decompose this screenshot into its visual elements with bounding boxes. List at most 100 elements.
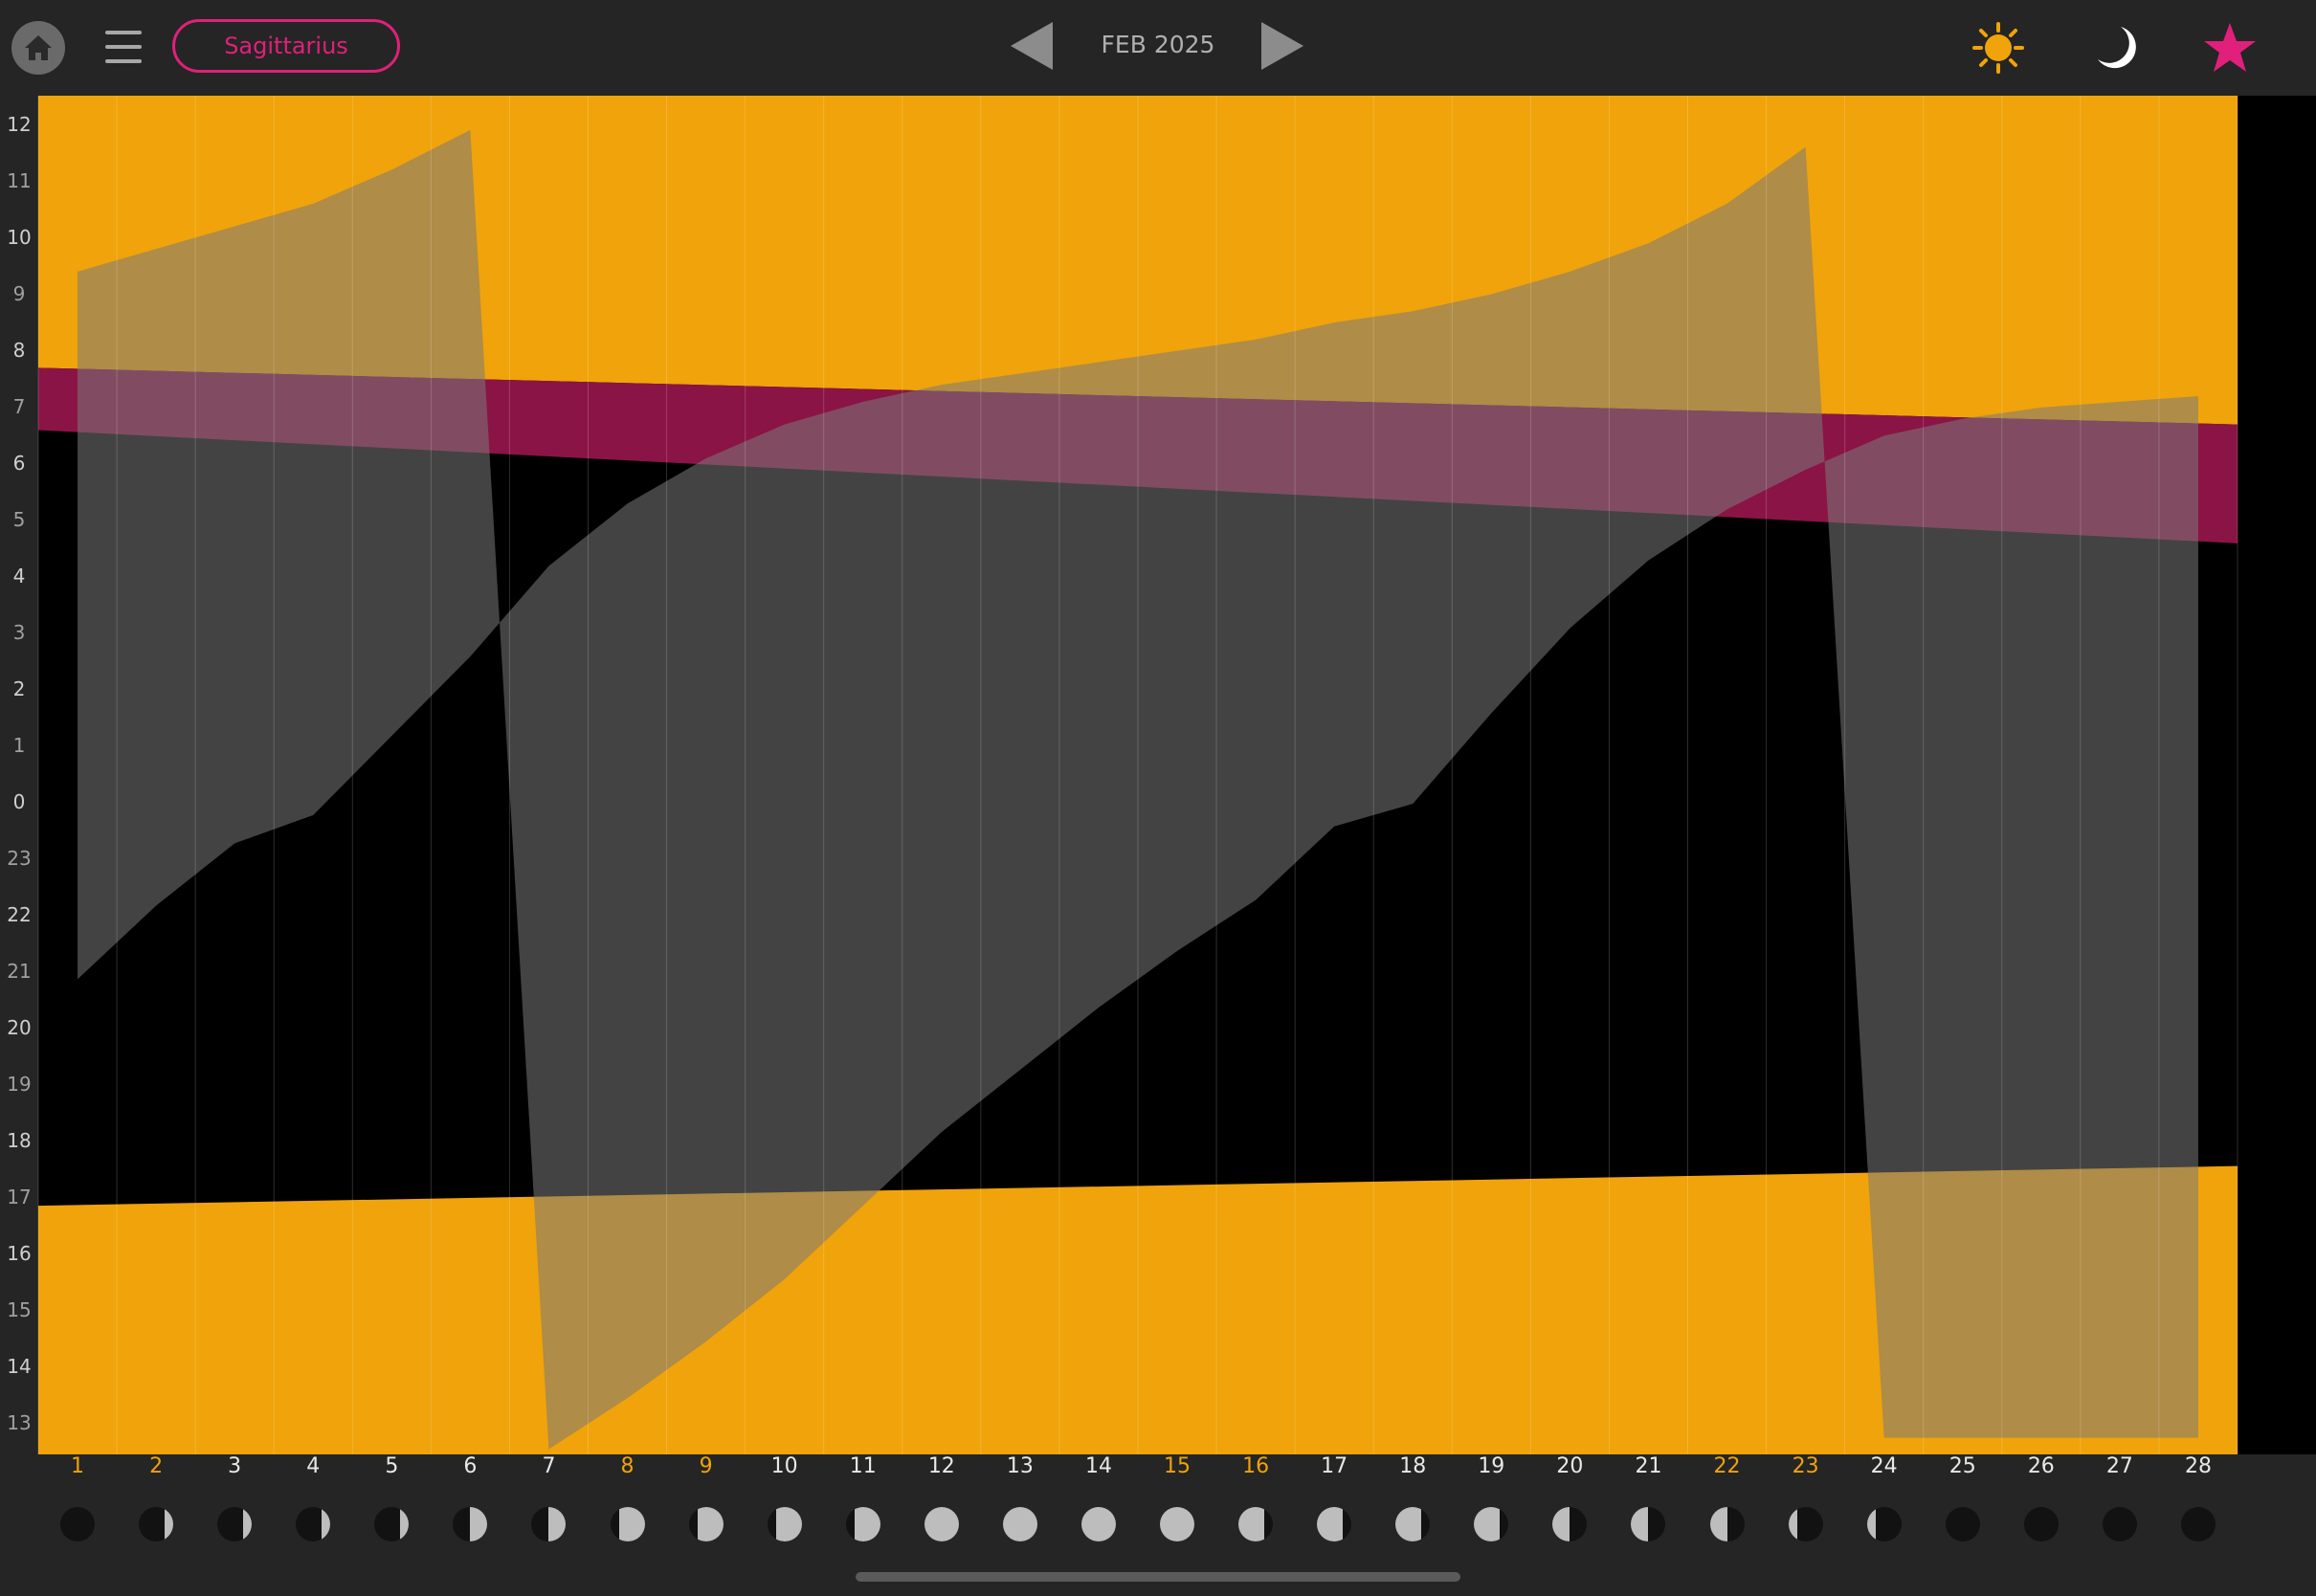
moon-phase-icon	[2101, 1505, 2139, 1543]
moon-phase-icon	[1472, 1505, 1510, 1543]
day-label: 25	[1949, 1454, 1976, 1478]
menu-icon	[105, 31, 142, 34]
moon-phase-icon	[1158, 1505, 1196, 1543]
hour-tick-label: 12	[7, 113, 32, 136]
moon-phase-icon	[1001, 1505, 1039, 1543]
day-label: 28	[2184, 1454, 2212, 1478]
moon-phase-icon	[687, 1505, 725, 1543]
moon-phase-icon	[2179, 1505, 2217, 1543]
menu-button[interactable]	[105, 31, 142, 65]
hour-tick-label: 16	[7, 1242, 32, 1265]
moon-phase-icon	[1236, 1505, 1275, 1543]
hour-tick-label: 7	[12, 395, 26, 418]
moon-toggle[interactable]	[2088, 21, 2142, 75]
hour-tick-label: 11	[7, 169, 32, 192]
hour-tick-label: 17	[7, 1186, 32, 1208]
day-label: 22	[1713, 1454, 1741, 1478]
day-label: 21	[1635, 1454, 1662, 1478]
sun-toggle[interactable]	[1971, 21, 2025, 75]
hour-tick-label: 1	[12, 734, 26, 757]
moon-phase-icon	[1708, 1505, 1747, 1543]
day-label: 11	[849, 1454, 877, 1478]
day-label: 10	[770, 1454, 798, 1478]
moon-phase-icon	[1550, 1505, 1589, 1543]
plot-margin	[2238, 96, 2316, 1454]
hour-tick-label: 14	[7, 1355, 32, 1378]
day-label: 7	[542, 1454, 556, 1478]
day-label: 16	[1242, 1454, 1270, 1478]
hour-tick-label: 5	[12, 508, 26, 531]
next-arrow-icon	[1261, 22, 1303, 70]
day-label: 18	[1399, 1454, 1427, 1478]
hour-tick-label: 10	[7, 226, 32, 249]
moon-phase-icon	[844, 1505, 882, 1543]
moon-phase-icon	[451, 1505, 489, 1543]
hour-tick-label: 19	[7, 1073, 32, 1096]
target-selector[interactable]: Sagittarius	[172, 19, 400, 73]
day-label: 3	[228, 1454, 242, 1478]
moon-phase-icon	[294, 1505, 332, 1543]
hour-tick-label: 3	[12, 621, 26, 644]
day-label: 24	[1870, 1454, 1898, 1478]
month-label: FEB 2025	[1101, 31, 1215, 58]
hour-tick-label: 0	[12, 790, 26, 813]
day-label: 4	[306, 1454, 321, 1478]
day-label: 23	[1792, 1454, 1819, 1478]
hour-tick-label: 21	[7, 960, 32, 983]
chart-canvas	[37, 96, 2316, 1454]
next-month-button[interactable]	[1259, 19, 1307, 73]
moon-phase-icon	[1629, 1505, 1667, 1543]
moon-phase-icon	[215, 1505, 254, 1543]
day-label: 9	[699, 1454, 713, 1478]
hour-tick-label: 15	[7, 1298, 32, 1321]
moon-phase-icon	[529, 1505, 568, 1543]
day-label: 20	[1556, 1454, 1584, 1478]
day-label: 17	[1321, 1454, 1348, 1478]
hour-tick-label: 18	[7, 1129, 32, 1152]
moon-phase-icon	[1865, 1505, 1904, 1543]
day-label: 1	[71, 1454, 85, 1478]
day-label: 14	[1084, 1454, 1112, 1478]
home-indicator[interactable]	[856, 1572, 1460, 1582]
home-icon	[25, 35, 52, 60]
day-label: 26	[2027, 1454, 2055, 1478]
day-label: 12	[927, 1454, 955, 1478]
hour-tick-label: 20	[7, 1016, 32, 1039]
moon-phase-icon	[609, 1505, 647, 1543]
hour-tick-label: 13	[7, 1411, 32, 1434]
day-label: 15	[1164, 1454, 1191, 1478]
sun-icon	[1972, 22, 2024, 74]
moon-phase-icon	[58, 1505, 97, 1543]
day-label: 27	[2105, 1454, 2133, 1478]
day-label: 5	[385, 1454, 399, 1478]
day-label: 8	[620, 1454, 635, 1478]
hour-tick-label: 6	[12, 452, 26, 475]
moon-phase-icon	[766, 1505, 804, 1543]
moon-phase-icon	[1080, 1505, 1118, 1543]
hour-tick-label: 22	[7, 903, 32, 926]
hour-tick-label: 23	[7, 847, 32, 870]
visibility-chart	[0, 96, 2316, 1454]
prev-month-button[interactable]	[1007, 19, 1055, 73]
moon-phase-icon	[1787, 1505, 1825, 1543]
star-toggle[interactable]	[2201, 19, 2259, 77]
hour-tick-label: 2	[12, 677, 26, 700]
star-icon	[2204, 23, 2256, 72]
day-label: 19	[1478, 1454, 1505, 1478]
moon-phase-icon	[1315, 1505, 1353, 1543]
moon-phase-icon	[137, 1505, 175, 1543]
day-label: 13	[1006, 1454, 1034, 1478]
hour-tick-label: 4	[12, 565, 26, 587]
day-label: 6	[463, 1454, 478, 1478]
moon-phase-icon	[1944, 1505, 1982, 1543]
moon-phase-icon	[372, 1505, 411, 1543]
prev-arrow-icon	[1011, 22, 1053, 70]
moon-phase-icon	[923, 1505, 961, 1543]
moon-phase-icon	[1393, 1505, 1432, 1543]
top-bar: Sagittarius FEB 2025	[0, 0, 2316, 96]
moon-icon	[2098, 27, 2136, 69]
hour-tick-label: 9	[12, 282, 26, 305]
day-label: 2	[149, 1454, 164, 1478]
home-button[interactable]	[11, 21, 65, 75]
moon-phase-icon	[2022, 1505, 2060, 1543]
